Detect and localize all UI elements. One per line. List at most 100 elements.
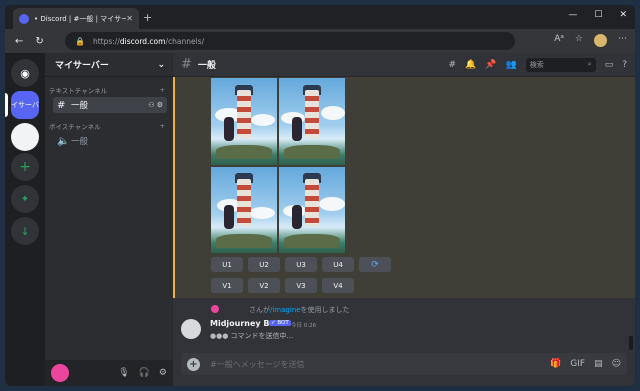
upscale-4-button[interactable]: U4 [322, 257, 354, 272]
discord-app: ◉ イサーバ + ✦ ↓ マイサーバー ⌄ テキストチャンネル + # 一般 ⚇… [5, 53, 635, 386]
category-voice-channels[interactable]: ボイスチャンネル + [45, 119, 173, 133]
lock-icon: 🔒 [75, 36, 85, 46]
discord-favicon-icon [19, 13, 29, 24]
explore-servers-icon[interactable]: ✦ [11, 185, 39, 213]
tab-title: • Discord | #一般 | マイサーバー [34, 14, 127, 23]
user-settings-icon[interactable]: ⚙ [159, 368, 167, 378]
gif-icon[interactable]: GIF [570, 359, 585, 369]
reroll-button[interactable]: ⟳ [359, 257, 391, 272]
mention-message: U1 U2 U3 U4 ⟳ V1 V2 V3 V4 [173, 77, 635, 298]
variation-3-button[interactable]: V3 [285, 278, 317, 293]
hash-icon: # [57, 99, 66, 111]
server-midjourney-icon[interactable] [11, 123, 39, 151]
category-text-channels[interactable]: テキストチャンネル + [45, 83, 173, 97]
attach-plus-icon[interactable]: + [187, 357, 200, 371]
new-tab-button[interactable]: + [143, 11, 152, 24]
chat-main: # 一般 # 🔔 📌 👥 検索 ⌕ ▭ ? U1 U2 U3 U4 ⟳ V1 V… [173, 53, 635, 386]
search-icon: ⌕ [587, 60, 592, 68]
url-scheme: https:// [92, 36, 120, 46]
upscale-button-row: U1 U2 U3 U4 ⟳ [211, 257, 391, 272]
close-window-icon[interactable]: ✕ [619, 10, 627, 20]
add-channel-icon[interactable]: + [160, 86, 165, 94]
emoji-icon[interactable]: ☺ [612, 359, 621, 369]
chevron-down-icon: ⌄ [157, 59, 165, 70]
download-apps-icon[interactable]: ↓ [11, 217, 39, 245]
minimize-icon[interactable]: — [568, 10, 577, 20]
inbox-icon[interactable]: ▭ [605, 60, 614, 70]
server-rail: ◉ イサーバ + ✦ ↓ [5, 53, 45, 386]
channel-item-general-voice[interactable]: 🔈 一般 [53, 133, 167, 149]
message-input-placeholder[interactable]: #一般へメッセージを送信 [210, 359, 305, 370]
discord-home-icon[interactable]: ◉ [11, 59, 39, 87]
generated-image-grid[interactable] [211, 78, 345, 253]
microphone-muted-icon[interactable]: 🎙 [118, 368, 129, 378]
sticker-icon[interactable]: ▤ [594, 359, 603, 369]
url-domain: discord.com [119, 36, 166, 46]
gift-icon[interactable]: 🎁 [550, 359, 561, 369]
channel-header: # 一般 # 🔔 📌 👥 検索 ⌕ ▭ ? [173, 53, 635, 77]
message-timestamp: 今日 0:26 [291, 323, 317, 329]
variation-button-row: V1 V2 V3 V4 [211, 278, 354, 293]
more-menu-icon[interactable]: ⋯ [618, 34, 627, 47]
tab-close-icon[interactable]: ✕ [126, 14, 133, 23]
search-placeholder: 検索 [529, 60, 544, 69]
address-bar[interactable]: 🔒 https:// discord.com /channels/ [65, 32, 515, 50]
upscale-2-button[interactable]: U2 [248, 257, 280, 272]
hash-icon: # [181, 57, 192, 72]
upscale-1-button[interactable]: U1 [211, 257, 243, 272]
channel-label: 一般 [71, 101, 89, 111]
category-label: ボイスチャンネル [49, 123, 101, 131]
variation-4-button[interactable]: V4 [322, 278, 354, 293]
headphones-icon[interactable]: 🎧 [139, 368, 150, 378]
message-body: ●●● コマンドを送信中... [210, 332, 294, 340]
category-label: テキストチャンネル [49, 87, 108, 95]
system-message-text: さんが/imagineを使用しました [249, 305, 350, 315]
upscale-3-button[interactable]: U3 [285, 257, 317, 272]
image-tile-3[interactable] [211, 166, 277, 253]
search-input[interactable]: 検索 ⌕ [525, 57, 596, 72]
add-channel-icon[interactable]: + [160, 122, 165, 130]
browser-tab-discord[interactable]: • Discord | #一般 | マイサーバー ✕ [13, 8, 139, 29]
server-name: マイサーバー [55, 61, 109, 71]
pin-icon[interactable]: 📌 [485, 60, 496, 70]
favorite-star-icon[interactable]: ☆ [575, 34, 583, 47]
address-toolbar: ← ↻ 🔒 https:// discord.com /channels/ Aᵃ… [5, 29, 635, 53]
url-path: /channels/ [165, 36, 205, 46]
channel-label: 一般 [71, 137, 89, 147]
chat-scrollbar[interactable] [629, 336, 633, 350]
read-aloud-icon[interactable]: Aᵃ [554, 34, 564, 47]
back-icon[interactable]: ← [15, 36, 23, 47]
channel-sidebar: マイサーバー ⌄ テキストチャンネル + # 一般 ⚇ ⚙ ボイスチャンネル +… [45, 53, 173, 386]
threads-icon[interactable]: # [449, 60, 457, 70]
variation-2-button[interactable]: V2 [248, 278, 280, 293]
bell-icon[interactable]: 🔔 [465, 60, 476, 70]
command-link[interactable]: /imagine [270, 306, 301, 314]
refresh-icon[interactable]: ↻ [35, 36, 43, 47]
channel-item-general-text[interactable]: # 一般 ⚇ ⚙ [53, 97, 167, 113]
channel-tools-icon[interactable]: ⚇ ⚙ [148, 101, 163, 109]
mention-highlight-bar [173, 77, 175, 298]
tab-bar: • Discord | #一般 | マイサーバー ✕ + — ☐ ✕ [5, 5, 635, 29]
browser-actions: Aᵃ ☆ ⋯ [554, 34, 627, 47]
profile-avatar[interactable] [594, 34, 607, 47]
user-avatar[interactable] [51, 364, 69, 382]
image-tile-1[interactable] [211, 78, 277, 165]
user-panel: 🎙 🎧 ⚙ [45, 360, 173, 386]
bot-avatar[interactable] [181, 319, 201, 339]
server-my-server[interactable]: イサーバ [11, 91, 39, 119]
bot-badge: ✓ BOT [269, 320, 291, 326]
message-composer[interactable]: + #一般へメッセージを送信 🎁 GIF ▤ ☺ [181, 353, 627, 375]
server-header[interactable]: マイサーバー ⌄ [45, 53, 173, 77]
browser-window: • Discord | #一般 | マイサーバー ✕ + — ☐ ✕ ← ↻ 🔒… [5, 5, 635, 386]
image-tile-2[interactable] [279, 78, 345, 165]
add-server-icon[interactable]: + [11, 153, 39, 181]
help-icon[interactable]: ? [622, 60, 627, 70]
member-list-icon[interactable]: 👥 [505, 60, 516, 70]
maximize-icon[interactable]: ☐ [594, 10, 602, 20]
system-text-after: を使用しました [300, 306, 350, 314]
window-controls: — ☐ ✕ [568, 10, 627, 20]
variation-1-button[interactable]: V1 [211, 278, 243, 293]
image-tile-4[interactable] [279, 166, 345, 253]
active-server-pill [5, 93, 8, 117]
system-text-before: さんが [249, 306, 270, 314]
